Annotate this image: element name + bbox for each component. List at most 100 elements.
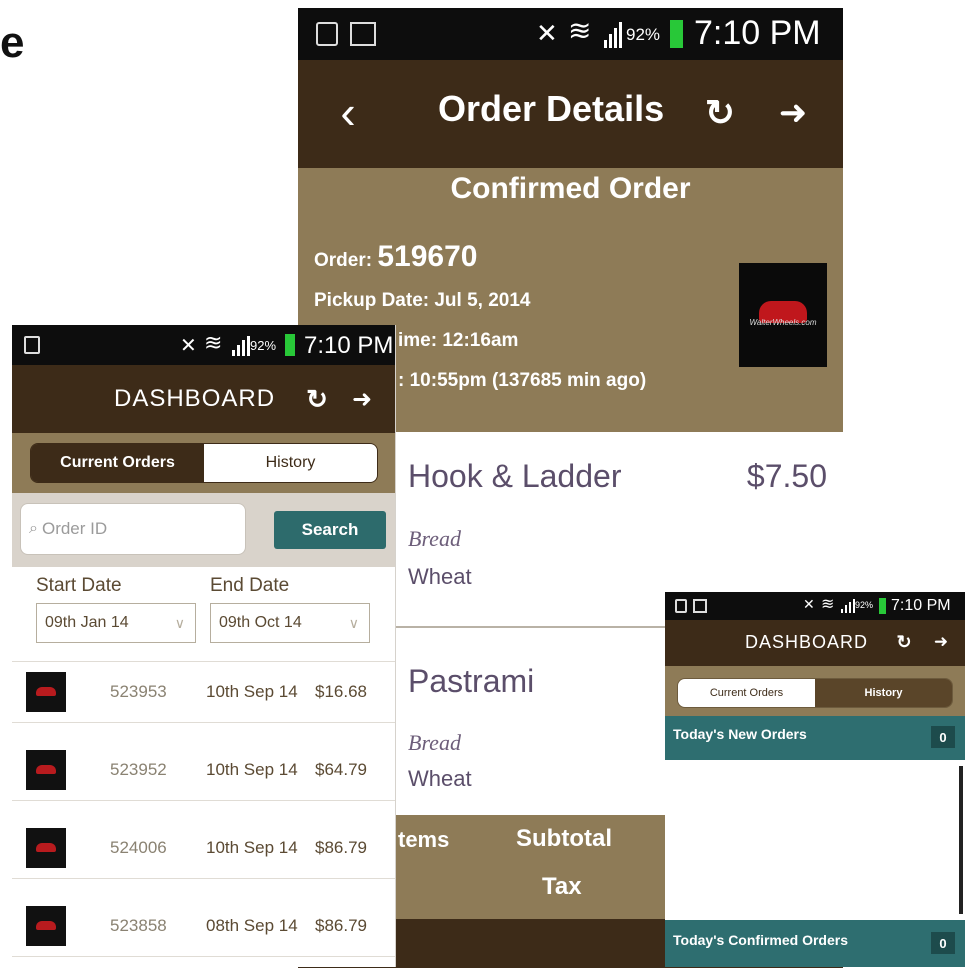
items-label: tems [398, 827, 450, 852]
order-id: 524006 [110, 838, 167, 857]
app-bar: ‹ Order Details ↻ ➜ [298, 60, 843, 168]
order-number: 519670 [377, 240, 478, 273]
item-option-label: Bread [408, 526, 461, 551]
end-date-label: End Date [210, 575, 290, 596]
order-id: 523952 [110, 760, 167, 779]
chevron-down-icon: ∨ [348, 615, 359, 631]
item-option-label: Bread [408, 730, 461, 755]
battery-icon [670, 20, 683, 48]
status-time: 7:10 PM [694, 14, 821, 52]
battery-icon [285, 334, 295, 356]
signal-icon [841, 599, 855, 613]
sim-icon [675, 599, 687, 613]
table-row[interactable]: 523858 08th Sep 14 $86.79 [12, 896, 395, 957]
start-date-select[interactable]: 09th Jan 14 ∨ [36, 603, 196, 643]
status-bar: ✕ ≋ 92% 7:10 PM [12, 325, 395, 365]
order-thumbnail [26, 672, 66, 712]
subtotal-label: Subtotal [516, 825, 612, 852]
search-button[interactable]: Search [274, 511, 386, 549]
order-count-badge: 0 [931, 932, 955, 954]
logout-icon[interactable]: ➜ [346, 383, 378, 415]
end-date-select[interactable]: 09th Oct 14 ∨ [210, 603, 370, 643]
order-thumbnail [26, 906, 66, 946]
order-count-badge: 0 [931, 726, 955, 748]
tab-bar: Current Orders History [665, 666, 965, 716]
dashboard-current-orders-screen: ✕ ≋ 92% 7:10 PM DASHBOARD ↻ ➜ Current Or… [665, 592, 965, 967]
app-bar: DASHBOARD ↻ ➜ [665, 620, 965, 666]
scrollbar[interactable] [959, 766, 963, 914]
back-icon[interactable]: ‹ [328, 82, 368, 142]
wifi-icon: ≋ [821, 596, 835, 613]
start-date-value: 09th Jan 14 [45, 614, 129, 631]
placed-time: : 10:55pm (137685 min ago) [398, 370, 647, 391]
tab-history[interactable]: History [815, 679, 952, 707]
segmented-tabs: Current Orders History [677, 678, 953, 708]
refresh-icon[interactable]: ↻ [700, 90, 740, 136]
table-row[interactable]: 524006 10th Sep 14 $86.79 [12, 818, 395, 879]
date-filter: Start Date End Date 09th Jan 14 ∨ 09th O… [12, 567, 395, 661]
table-row[interactable]: 523952 10th Sep 14 $64.79 [12, 740, 395, 801]
refresh-icon[interactable]: ↻ [302, 383, 332, 415]
image-notification-icon [693, 599, 707, 613]
logout-icon[interactable]: ➜ [770, 90, 816, 136]
tab-bar: Current Orders History [12, 433, 395, 493]
table-row[interactable]: 523953 10th Sep 14 $16.68 [12, 662, 395, 723]
order-amount: $16.68 [315, 682, 367, 701]
mute-icon: ✕ [803, 596, 815, 612]
tab-history[interactable]: History [204, 444, 377, 482]
tab-current-orders[interactable]: Current Orders [31, 444, 204, 482]
logo-text: WalterWheels.com [749, 318, 817, 327]
mute-icon: ✕ [536, 18, 558, 48]
page-title: Order Details [438, 88, 665, 129]
tax-label: Tax [542, 873, 582, 900]
order-label: Order: [314, 250, 373, 271]
signal-icon [232, 336, 250, 356]
restaurant-logo: WalterWheels.com [739, 263, 827, 367]
order-status-heading: Confirmed Order [450, 172, 691, 205]
sim-icon [24, 336, 40, 354]
item-name: Hook & Ladder [408, 458, 622, 494]
order-amount: $86.79 [315, 838, 367, 857]
page-title: DASHBOARD [114, 385, 276, 412]
new-orders-header[interactable]: Today's New Orders 0 [665, 716, 965, 760]
section-title: Today's New Orders [673, 726, 807, 742]
mute-icon: ✕ [180, 335, 197, 357]
sim-icon [316, 22, 338, 46]
tab-current-orders[interactable]: Current Orders [678, 679, 815, 707]
status-bar: ✕ ≋ 92% 7:10 PM [298, 8, 843, 60]
order-amount: $86.79 [315, 916, 367, 935]
end-date-value: 09th Oct 14 [219, 614, 302, 631]
order-date: 10th Sep 14 [206, 682, 298, 701]
item-price: $7.50 [746, 458, 827, 494]
wifi-icon: ≋ [204, 330, 223, 355]
search-icon: ⌕ [29, 520, 38, 537]
pickup-time: ime: 12:16am [398, 330, 519, 351]
order-date: 08th Sep 14 [206, 916, 298, 935]
status-time: 7:10 PM [304, 332, 394, 359]
item-option-value: Wheat [408, 564, 472, 589]
logo-car-shape [36, 843, 56, 852]
signal-icon [604, 22, 622, 48]
pickup-date: Pickup Date: Jul 5, 2014 [314, 290, 531, 311]
order-id-search-input[interactable]: ⌕ Order ID [20, 503, 246, 555]
order-date: 10th Sep 14 [206, 760, 298, 779]
image-notification-icon [350, 22, 376, 46]
wifi-icon: ≋ [568, 15, 592, 46]
search-placeholder: Order ID [41, 519, 108, 538]
order-thumbnail [26, 828, 66, 868]
logo-car-shape [36, 765, 56, 774]
logo-car-shape [36, 921, 56, 930]
search-bar: ⌕ Order ID Search [12, 493, 395, 567]
order-id: 523953 [110, 682, 167, 701]
battery-percent: 92% [855, 600, 874, 610]
dashboard-history-screen: ✕ ≋ 92% 7:10 PM DASHBOARD ↻ ➜ Current Or… [12, 325, 396, 967]
logout-icon[interactable]: ➜ [929, 630, 953, 654]
confirmed-orders-header[interactable]: Today's Confirmed Orders 0 [665, 920, 965, 967]
refresh-icon[interactable]: ↻ [893, 630, 915, 654]
item-option-value: Wheat [408, 766, 472, 791]
status-bar: ✕ ≋ 92% 7:10 PM [665, 592, 965, 620]
battery-percent: 92% [626, 25, 661, 44]
battery-icon [879, 598, 886, 614]
page-title: DASHBOARD [745, 632, 869, 652]
new-orders-list [665, 760, 965, 920]
